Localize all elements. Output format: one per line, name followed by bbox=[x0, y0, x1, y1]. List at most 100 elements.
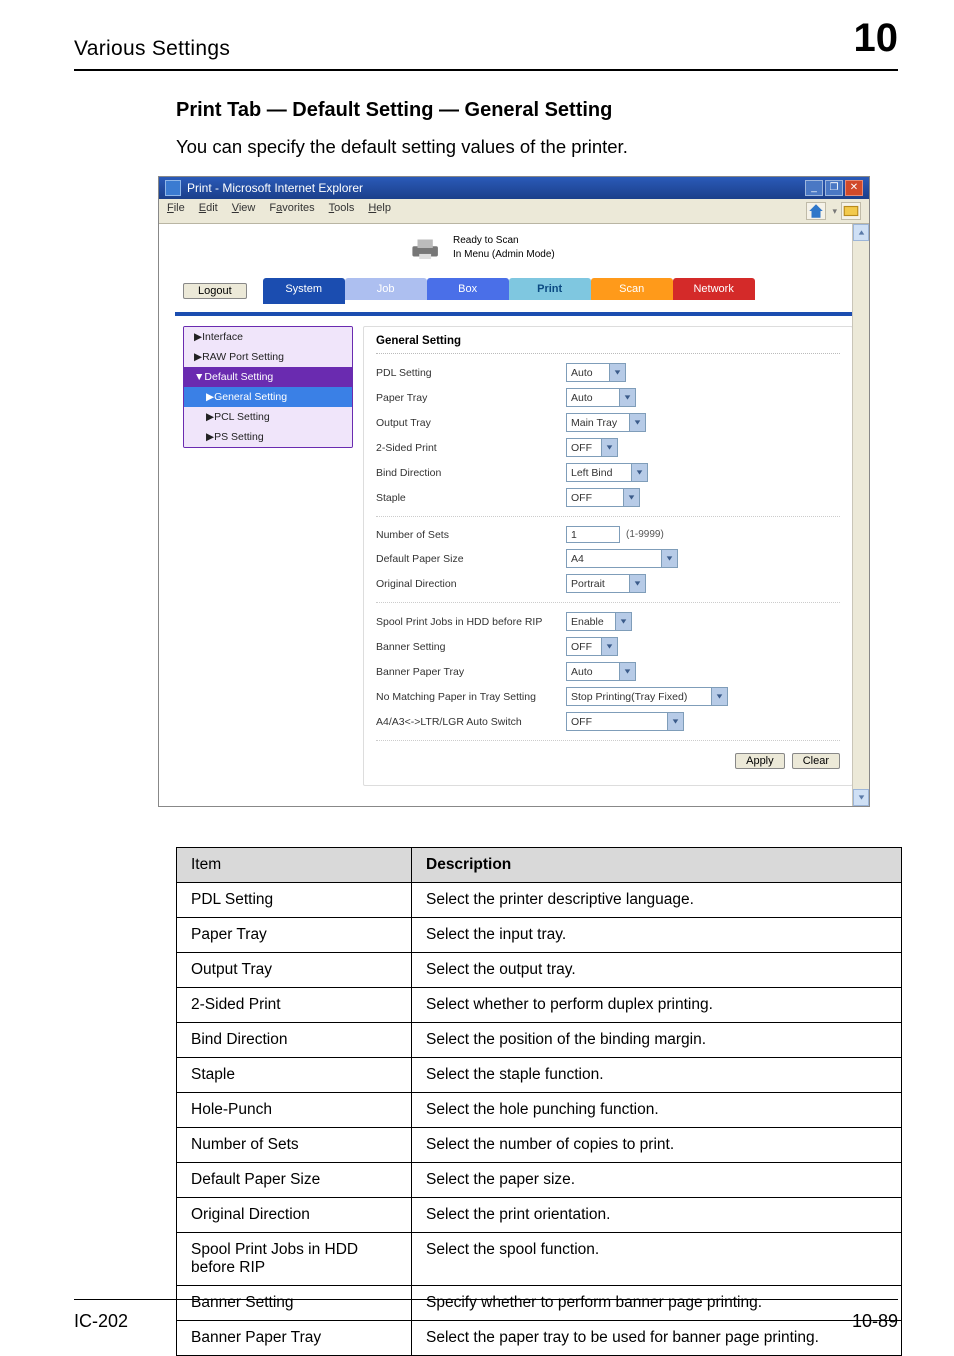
label-paper-tray: Paper Tray bbox=[376, 392, 566, 404]
tab-network[interactable]: Network bbox=[673, 278, 755, 300]
toolbar-links-icon[interactable] bbox=[841, 202, 861, 220]
sidebar-item-general-setting[interactable]: ▶General Setting bbox=[184, 387, 352, 407]
table-row: 2-Sided PrintSelect whether to perform d… bbox=[177, 988, 902, 1023]
close-button[interactable]: ✕ bbox=[845, 180, 863, 196]
cell-item: Staple bbox=[177, 1058, 412, 1093]
tab-print[interactable]: Print bbox=[509, 278, 591, 300]
chevron-down-icon bbox=[630, 413, 646, 432]
screenshot: Print - Microsoft Internet Explorer _ ❐ … bbox=[158, 176, 870, 807]
label-pdl-setting: PDL Setting bbox=[376, 367, 566, 379]
sidebar-item-default-setting[interactable]: ▼Default Setting bbox=[184, 367, 352, 387]
table-row: Output TraySelect the output tray. bbox=[177, 953, 902, 988]
footer-rule bbox=[74, 1299, 898, 1300]
tab-underline bbox=[175, 312, 853, 316]
scroll-down-icon[interactable] bbox=[853, 789, 869, 806]
sidebar-item-pcl-setting[interactable]: ▶PCL Setting bbox=[184, 407, 352, 427]
label-original-direction: Original Direction bbox=[376, 578, 566, 590]
chevron-down-icon bbox=[616, 612, 632, 631]
select-2-sided[interactable]: OFF bbox=[566, 438, 618, 457]
cell-item: Hole-Punch bbox=[177, 1093, 412, 1128]
sidebar-item-interface[interactable]: ▶Interface bbox=[184, 327, 352, 347]
cell-desc: Select the number of copies to print. bbox=[412, 1128, 902, 1163]
chevron-down-icon bbox=[610, 363, 626, 382]
select-staple[interactable]: OFF bbox=[566, 488, 640, 507]
table-row: StapleSelect the staple function. bbox=[177, 1058, 902, 1093]
ie-menubar: File Edit View Favorites Tools Help ▾ bbox=[159, 199, 869, 224]
running-head: Various Settings bbox=[74, 37, 230, 61]
divider bbox=[376, 516, 840, 517]
cell-desc: Select the printer descriptive language. bbox=[412, 883, 902, 918]
select-no-matching-paper[interactable]: Stop Printing(Tray Fixed) bbox=[566, 687, 728, 706]
tab-box[interactable]: Box bbox=[427, 278, 509, 300]
section-subtitle: Print Tab — Default Setting — General Se… bbox=[176, 99, 898, 122]
cell-item: Paper Tray bbox=[177, 918, 412, 953]
scroll-up-icon[interactable] bbox=[853, 224, 869, 241]
select-output-tray[interactable]: Main Tray bbox=[566, 413, 646, 432]
cell-desc: Select the spool function. bbox=[412, 1233, 902, 1286]
select-bind-direction[interactable]: Left Bind bbox=[566, 463, 648, 482]
cell-item: Spool Print Jobs in HDD before RIP bbox=[177, 1233, 412, 1286]
col-header-item: Item bbox=[177, 848, 412, 883]
table-row: Hole-PunchSelect the hole punching funct… bbox=[177, 1093, 902, 1128]
chevron-down-icon bbox=[712, 687, 728, 706]
maximize-button[interactable]: ❐ bbox=[825, 180, 843, 196]
menu-file[interactable]: File bbox=[167, 202, 185, 220]
divider bbox=[376, 740, 840, 741]
scrollbar[interactable] bbox=[852, 224, 869, 806]
sidebar-item-raw-port[interactable]: ▶RAW Port Setting bbox=[184, 347, 352, 367]
status-line-1: Ready to Scan bbox=[453, 234, 555, 248]
logout-button[interactable]: Logout bbox=[183, 283, 247, 299]
chevron-down-icon bbox=[632, 463, 648, 482]
footer-left: IC-202 bbox=[74, 1311, 128, 1332]
label-output-tray: Output Tray bbox=[376, 417, 566, 429]
menu-view[interactable]: View bbox=[232, 202, 256, 220]
cell-desc: Select the position of the binding margi… bbox=[412, 1023, 902, 1058]
cell-item: 2-Sided Print bbox=[177, 988, 412, 1023]
chevron-down-icon bbox=[662, 549, 678, 568]
range-number-of-sets: (1-9999) bbox=[626, 529, 664, 540]
menu-favorites[interactable]: Favorites bbox=[269, 202, 314, 220]
select-banner-paper-tray[interactable]: Auto bbox=[566, 662, 636, 681]
cell-item: Bind Direction bbox=[177, 1023, 412, 1058]
tab-job[interactable]: Job bbox=[345, 278, 427, 300]
printer-status-icon bbox=[409, 234, 443, 262]
select-paper-tray[interactable]: Auto bbox=[566, 388, 636, 407]
section-lead: You can specify the default setting valu… bbox=[176, 136, 898, 158]
minimize-button[interactable]: _ bbox=[805, 180, 823, 196]
select-original-direction[interactable]: Portrait bbox=[566, 574, 646, 593]
menu-edit[interactable]: Edit bbox=[199, 202, 218, 220]
tab-scan[interactable]: Scan bbox=[591, 278, 673, 300]
select-pdl-setting[interactable]: Auto bbox=[566, 363, 626, 382]
apply-button[interactable]: Apply bbox=[735, 753, 785, 769]
table-row: Spool Print Jobs in HDD before RIPSelect… bbox=[177, 1233, 902, 1286]
chevron-down-icon bbox=[620, 388, 636, 407]
select-a4a3-auto-switch[interactable]: OFF bbox=[566, 712, 684, 731]
label-no-matching-paper: No Matching Paper in Tray Setting bbox=[376, 691, 566, 703]
toolbar-dropdown-caret-icon[interactable]: ▾ bbox=[832, 206, 837, 217]
menu-tools[interactable]: Tools bbox=[329, 202, 355, 220]
sidebar: ▶Interface ▶RAW Port Setting ▼Default Se… bbox=[183, 326, 353, 448]
label-banner-setting: Banner Setting bbox=[376, 641, 566, 653]
select-banner-setting[interactable]: OFF bbox=[566, 637, 618, 656]
toolbar-home-icon[interactable] bbox=[806, 202, 826, 220]
col-header-description: Description bbox=[412, 848, 902, 883]
chevron-down-icon bbox=[620, 662, 636, 681]
clear-button[interactable]: Clear bbox=[792, 753, 840, 769]
select-spool[interactable]: Enable bbox=[566, 612, 632, 631]
chevron-down-icon bbox=[668, 712, 684, 731]
sidebar-item-ps-setting[interactable]: ▶PS Setting bbox=[184, 427, 352, 447]
cell-desc: Select the paper size. bbox=[412, 1163, 902, 1198]
tab-system[interactable]: System bbox=[263, 278, 345, 304]
settings-panel: General Setting PDL SettingAuto Paper Tr… bbox=[363, 326, 853, 786]
table-row: Default Paper SizeSelect the paper size. bbox=[177, 1163, 902, 1198]
input-number-of-sets[interactable]: 1 bbox=[566, 526, 620, 543]
divider bbox=[376, 602, 840, 603]
cell-desc: Select the input tray. bbox=[412, 918, 902, 953]
ie-app-icon bbox=[165, 180, 181, 196]
menu-help[interactable]: Help bbox=[368, 202, 391, 220]
chevron-down-icon bbox=[602, 438, 618, 457]
table-row: Bind DirectionSelect the position of the… bbox=[177, 1023, 902, 1058]
select-default-paper-size[interactable]: A4 bbox=[566, 549, 678, 568]
label-a4a3-auto-switch: A4/A3<->LTR/LGR Auto Switch bbox=[376, 716, 566, 728]
status-line-2: In Menu (Admin Mode) bbox=[453, 248, 555, 262]
